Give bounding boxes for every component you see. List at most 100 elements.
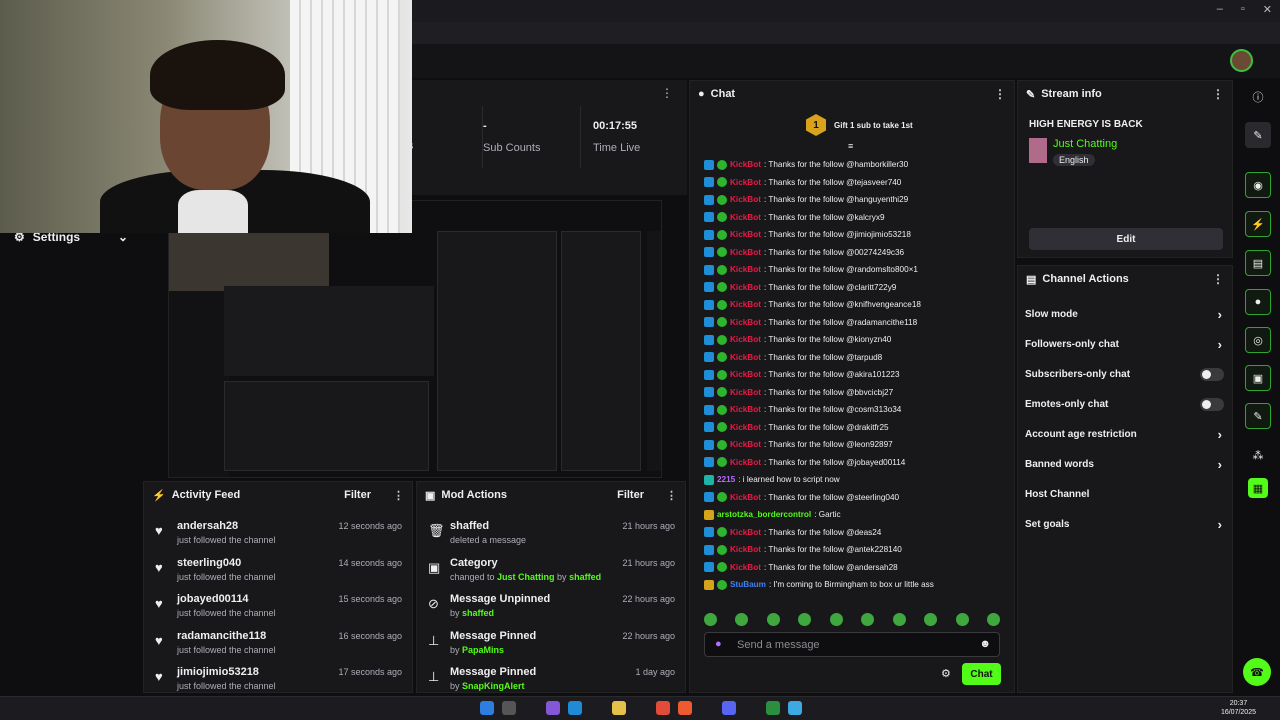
activity-feed-kebab-icon[interactable]: ⋮ [393, 489, 404, 502]
close-icon[interactable]: ✕ [1263, 3, 1272, 16]
chat-message[interactable]: KickBot: Thanks for the follow @drakitfr… [704, 419, 1010, 437]
chat-message[interactable]: KickBot: Thanks for the follow @bbvcicbj… [704, 384, 1010, 402]
camera-icon[interactable]: ◉ [1245, 172, 1271, 198]
steam-icon[interactable] [788, 701, 802, 715]
channel-action-item[interactable]: Account age restriction › [1018, 419, 1232, 449]
emote-icon[interactable] [892, 613, 906, 626]
chat-username[interactable]: KickBot [730, 178, 761, 187]
feed-item[interactable]: ♥ jobayed00114 just followed the channel 15… [144, 588, 412, 625]
toggle-switch[interactable] [1200, 368, 1224, 381]
chat-username[interactable]: KickBot [730, 248, 761, 257]
chat-message[interactable]: KickBot: Thanks for the follow @cosm313o… [704, 401, 1010, 419]
chat-username[interactable]: StuBaum [730, 580, 766, 589]
apps-icon[interactable]: ⁂ [1245, 442, 1271, 468]
browser-active-icon[interactable] [766, 701, 780, 715]
feed-item[interactable]: ♥ radamancithe118 just followed the channe… [144, 625, 412, 662]
chat-input[interactable]: ● Send a message ☻ [704, 632, 1000, 657]
chat-username[interactable]: KickBot [730, 283, 761, 292]
chat-username[interactable]: KickBot [730, 405, 761, 414]
chat-message[interactable]: KickBot: Thanks for the follow @hanguyen… [704, 191, 1010, 209]
chat-message[interactable]: KickBot: Thanks for the follow @andersah… [704, 559, 1010, 577]
chat-message[interactable]: KickBot: Thanks for the follow @deas24 [704, 524, 1010, 542]
feed-item[interactable]: ♥ steerling040 just followed the channel 14… [144, 552, 412, 589]
chat-username[interactable]: KickBot [730, 265, 761, 274]
maximize-icon[interactable]: ▫ [1241, 3, 1245, 16]
chat-username[interactable]: KickBot [730, 458, 761, 467]
chat-message[interactable]: KickBot: Thanks for the follow @antek228… [704, 541, 1010, 559]
chat-username[interactable]: KickBot [730, 353, 761, 362]
channel-action-item[interactable]: Emotes-only chat [1018, 389, 1232, 419]
chat-username[interactable]: KickBot [730, 195, 761, 204]
chat-username[interactable]: KickBot [730, 545, 761, 554]
mod-action-item[interactable]: ⊥ Message Pinned by PapaMins 22 hours ago [417, 625, 685, 662]
channel-actions-kebab-icon[interactable]: ⋮ [1212, 272, 1224, 286]
chat-kebab-icon[interactable]: ⋮ [994, 87, 1006, 101]
chat-message[interactable]: KickBot: Thanks for the follow @jimiojim… [704, 226, 1010, 244]
mic-icon[interactable]: ● [715, 638, 722, 650]
windows-start-icon[interactable] [480, 701, 494, 715]
chat-username[interactable]: KickBot [730, 230, 761, 239]
activity-feed-filter-button[interactable]: Filter [344, 489, 371, 501]
chat-username[interactable]: 2215 [717, 475, 735, 484]
chat-username[interactable]: KickBot [730, 300, 761, 309]
chat-message[interactable]: KickBot: Thanks for the follow @radamanc… [704, 314, 1010, 332]
chat-message[interactable]: KickBot: Thanks for the follow @tarpud8 [704, 349, 1010, 367]
user-avatar[interactable] [1230, 49, 1253, 72]
channel-action-item[interactable]: Subscribers-only chat [1018, 359, 1232, 389]
folder-icon[interactable] [612, 701, 626, 715]
channel-action-item[interactable]: Set goals › [1018, 509, 1232, 539]
chat-message[interactable]: KickBot: Thanks for the follow @00274249… [704, 244, 1010, 262]
emote-icon[interactable] [735, 613, 749, 626]
chat-username[interactable]: KickBot [730, 388, 761, 397]
stream-info-kebab-icon[interactable]: ⋮ [1212, 87, 1224, 101]
chat-message[interactable]: KickBot: Thanks for the follow @kalcryx9 [704, 209, 1010, 227]
category-link[interactable]: Just Chatting [1053, 138, 1117, 150]
mod-actions-filter-button[interactable]: Filter [617, 489, 644, 501]
chat-username[interactable]: arstotzka_bordercontrol [717, 510, 811, 519]
mod-action-item[interactable]: ⊘ Message Unpinned by shaffed 22 hours ago [417, 588, 685, 625]
channel-action-item[interactable]: Banned words › [1018, 449, 1232, 479]
chat-settings-icon[interactable]: ⚙ [941, 667, 951, 680]
chat-message[interactable]: 2215: i learned how to script now [704, 471, 1010, 489]
chat-username[interactable]: KickBot [730, 493, 761, 502]
mod-action-link[interactable]: shaffed [569, 572, 601, 582]
brave-icon[interactable] [678, 701, 692, 715]
chat-message[interactable]: KickBot: Thanks for the follow @knifhven… [704, 296, 1010, 314]
notes-icon[interactable]: ▤ [1245, 250, 1271, 276]
emote-icon[interactable] [829, 613, 843, 626]
chat-username[interactable]: KickBot [730, 318, 761, 327]
wrench-tool-icon[interactable]: ✎ [1245, 403, 1271, 429]
mod-action-link[interactable]: shaffed [462, 608, 494, 618]
search-icon[interactable] [502, 701, 516, 715]
copilot-icon[interactable] [546, 701, 560, 715]
chat-tool-icon[interactable]: ● [1245, 289, 1271, 315]
emote-icon[interactable] [986, 613, 1000, 626]
support-icon[interactable]: ☎ [1243, 658, 1271, 686]
chat-username[interactable]: KickBot [730, 335, 761, 344]
emote-icon[interactable] [704, 613, 717, 626]
minimize-icon[interactable]: – [1217, 3, 1223, 16]
mod-action-item[interactable]: 🗑 shaffed deleted a message 21 hours ago [417, 515, 685, 552]
broadcast-icon[interactable]: ◎ [1245, 327, 1271, 353]
chat-message[interactable]: KickBot: Thanks for the follow @akira101… [704, 366, 1010, 384]
kick-logo-icon[interactable]: ▦ [1248, 478, 1268, 498]
chat-send-button[interactable]: Chat [962, 663, 1001, 685]
chat-username[interactable]: KickBot [730, 423, 761, 432]
emote-icon[interactable] [766, 613, 780, 626]
taskbar-clock[interactable]: 20:37 16/07/2025 [1221, 699, 1256, 717]
edge-icon[interactable] [568, 701, 582, 715]
channel-action-item[interactable]: Slow mode › [1018, 299, 1232, 329]
collapse-icon[interactable]: ≡ [848, 141, 853, 151]
emoji-icon[interactable]: ☻ [979, 638, 991, 650]
chat-username[interactable]: KickBot [730, 528, 761, 537]
feed-item[interactable]: ♥ andersah28 just followed the channel 12 s… [144, 515, 412, 552]
emote-icon[interactable] [861, 613, 875, 626]
chat-message[interactable]: KickBot: Thanks for the follow @claritt7… [704, 279, 1010, 297]
info-icon[interactable]: ⓘ [1245, 84, 1271, 110]
emote-icon[interactable] [955, 613, 969, 626]
mod-actions-kebab-icon[interactable]: ⋮ [666, 489, 677, 502]
chat-username[interactable]: KickBot [730, 370, 761, 379]
gift-leaderboard[interactable]: 1 Gift 1 sub to take 1st [806, 114, 913, 136]
toggle-switch[interactable] [1200, 398, 1224, 411]
stream-info-edit-button[interactable]: Edit [1029, 228, 1223, 250]
